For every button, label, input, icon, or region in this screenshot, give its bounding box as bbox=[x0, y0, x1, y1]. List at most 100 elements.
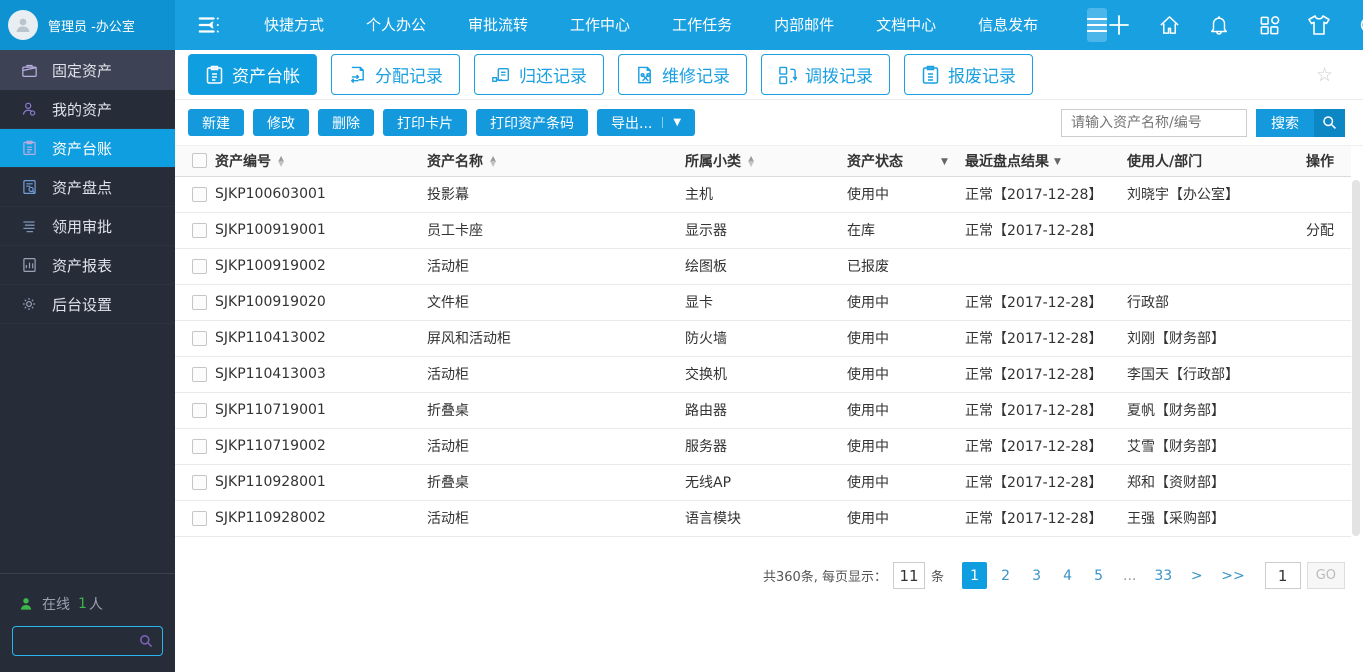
page-size-input[interactable] bbox=[893, 562, 926, 589]
tab-scrap-records[interactable]: 报废记录 bbox=[904, 54, 1033, 95]
table-row[interactable]: SJKP110719002 活动柜 服务器 使用中 正常【2017-12-28】… bbox=[175, 428, 1351, 465]
pagination: 共360条, 每页显示： 条 1 2 3 4 5 ... 33 > >> GO bbox=[763, 562, 1345, 589]
row-checkbox[interactable] bbox=[192, 294, 207, 310]
allocate-link[interactable]: 分配 bbox=[1289, 212, 1351, 249]
menu-item-docs[interactable]: 文档中心 bbox=[855, 0, 957, 50]
table-row[interactable]: SJKP100919001 员工卡座 显示器 在库 正常【2017-12-28】… bbox=[175, 212, 1351, 249]
tab-label: 报废记录 bbox=[948, 67, 1016, 87]
page-button-1[interactable]: 1 bbox=[962, 562, 988, 589]
sort-icon[interactable]: ▲ ▼ bbox=[490, 154, 496, 167]
apps-grid-icon[interactable] bbox=[1257, 13, 1281, 37]
row-checkbox[interactable] bbox=[192, 330, 207, 346]
cell-user: 夏帆【财务部】 bbox=[1127, 392, 1289, 429]
notifications-bell-icon[interactable] bbox=[1207, 13, 1231, 37]
sidebar-item-asset-ledger[interactable]: 资产台账 bbox=[0, 129, 175, 168]
column-header-category[interactable]: 所属小类 ▲ ▼ bbox=[685, 146, 847, 177]
cell-asset-id: SJKP110413003 bbox=[215, 356, 427, 393]
tab-transfer-records[interactable]: 调拨记录 bbox=[761, 54, 890, 95]
menu-item-personal[interactable]: 个人办公 bbox=[345, 0, 447, 50]
column-header-asset-id[interactable]: 资产编号 ▲ ▼ bbox=[215, 146, 427, 177]
cell-user: 行政部 bbox=[1127, 284, 1289, 321]
sidebar-search-icon[interactable] bbox=[138, 633, 154, 649]
favorite-star-icon[interactable]: ☆ bbox=[1316, 64, 1333, 86]
table-row[interactable]: SJKP100919002 活动柜 绘图板 已报废 bbox=[175, 248, 1351, 285]
tab-label: 资产台帐 bbox=[232, 67, 300, 87]
table-row[interactable]: SJKP100603001 投影幕 主机 使用中 正常【2017-12-28】 … bbox=[175, 176, 1351, 213]
asset-search-input[interactable] bbox=[1061, 108, 1247, 137]
last-page-button[interactable]: >> bbox=[1215, 562, 1250, 589]
filter-caret-icon[interactable]: ▼ bbox=[941, 157, 948, 167]
goto-page-input[interactable] bbox=[1264, 562, 1301, 589]
sidebar-search-input[interactable] bbox=[13, 633, 138, 649]
menu-item-news[interactable]: 信息发布 bbox=[957, 0, 1059, 50]
cell-action bbox=[1289, 356, 1351, 393]
column-header-status[interactable]: 资产状态 ▼ bbox=[847, 146, 965, 177]
sidebar-item-requisition-approval[interactable]: 领用审批 bbox=[0, 207, 175, 246]
sidebar-item-asset-reports[interactable]: 资产报表 bbox=[0, 246, 175, 285]
page-button-3[interactable]: 3 bbox=[1024, 562, 1049, 589]
export-dropdown-button[interactable]: 导出... ▼ bbox=[597, 109, 696, 136]
menu-item-workcenter[interactable]: 工作中心 bbox=[549, 0, 651, 50]
menu-item-shortcuts[interactable]: 快捷方式 bbox=[243, 0, 345, 50]
menu-item-tasks[interactable]: 工作任务 bbox=[651, 0, 753, 50]
cell-action bbox=[1289, 464, 1351, 501]
menu-item-approval[interactable]: 审批流转 bbox=[447, 0, 549, 50]
sidebar-module-fixed-assets[interactable]: 固定资产 bbox=[0, 50, 175, 90]
row-checkbox[interactable] bbox=[192, 474, 207, 490]
table-row[interactable]: SJKP110413002 屏风和活动柜 防火墙 使用中 正常【2017-12-… bbox=[175, 320, 1351, 357]
tab-repair-records[interactable]: 维修记录 bbox=[618, 54, 747, 95]
row-checkbox[interactable] bbox=[192, 402, 207, 418]
cell-category: 显卡 bbox=[685, 284, 847, 321]
table-row[interactable]: SJKP100919020 文件柜 显卡 使用中 正常【2017-12-28】 … bbox=[175, 284, 1351, 321]
row-checkbox[interactable] bbox=[192, 186, 207, 202]
row-checkbox[interactable] bbox=[192, 510, 207, 526]
new-button[interactable]: 新建 bbox=[188, 109, 244, 136]
add-icon[interactable] bbox=[1107, 13, 1131, 37]
sort-icon[interactable]: ▲ ▼ bbox=[278, 154, 284, 167]
print-barcode-button[interactable]: 打印资产条码 bbox=[476, 109, 588, 136]
theme-shirt-icon[interactable] bbox=[1307, 13, 1331, 37]
search-icon[interactable] bbox=[1314, 108, 1345, 137]
sidebar-item-label: 资产报表 bbox=[52, 256, 113, 275]
search-button[interactable]: 搜索 bbox=[1256, 108, 1314, 137]
filter-caret-icon[interactable]: ▼ bbox=[1054, 157, 1061, 167]
sidebar-item-asset-inventory[interactable]: 资产盘点 bbox=[0, 168, 175, 207]
column-header-inventory-result[interactable]: 最近盘点结果 ▼ bbox=[965, 146, 1127, 177]
row-checkbox[interactable] bbox=[192, 222, 207, 238]
tab-return-records[interactable]: 归还记录 bbox=[474, 54, 604, 95]
export-label: 导出... bbox=[611, 115, 653, 132]
cell-action bbox=[1289, 284, 1351, 321]
table-row[interactable]: SJKP110928001 折叠桌 无线AP 使用中 正常【2017-12-28… bbox=[175, 464, 1351, 501]
row-checkbox[interactable] bbox=[192, 258, 207, 274]
row-checkbox[interactable] bbox=[192, 438, 207, 454]
page-button-33[interactable]: 33 bbox=[1148, 562, 1178, 589]
page-button-2[interactable]: 2 bbox=[993, 562, 1018, 589]
table-scrollbar[interactable] bbox=[1352, 180, 1360, 536]
select-all-checkbox[interactable] bbox=[192, 153, 207, 169]
table-row[interactable]: SJKP110719001 折叠桌 路由器 使用中 正常【2017-12-28】… bbox=[175, 392, 1351, 429]
menu-item-mail[interactable]: 内部邮件 bbox=[753, 0, 855, 50]
next-page-button[interactable]: > bbox=[1184, 562, 1209, 589]
page-button-5[interactable]: 5 bbox=[1086, 562, 1111, 589]
edit-button[interactable]: 修改 bbox=[253, 109, 309, 136]
home-icon[interactable] bbox=[1157, 13, 1181, 37]
delete-button[interactable]: 删除 bbox=[318, 109, 374, 136]
page-ellipsis: ... bbox=[1123, 567, 1137, 584]
sidebar-collapse-icon[interactable] bbox=[197, 13, 221, 37]
power-logout-icon[interactable] bbox=[1357, 13, 1363, 37]
sidebar-item-settings[interactable]: 后台设置 bbox=[0, 285, 175, 324]
tab-allocation-records[interactable]: 分配记录 bbox=[331, 54, 460, 95]
column-header-asset-name[interactable]: 资产名称 ▲ ▼ bbox=[427, 146, 685, 177]
table-row[interactable]: SJKP110928002 活动柜 语言模块 使用中 正常【2017-12-28… bbox=[175, 500, 1351, 537]
user-block[interactable]: 管理员 -办公室 bbox=[0, 0, 175, 50]
sort-icon[interactable]: ▲ ▼ bbox=[748, 154, 754, 167]
print-card-button[interactable]: 打印卡片 bbox=[383, 109, 467, 136]
sidebar-item-my-assets[interactable]: 我的资产 bbox=[0, 90, 175, 129]
row-checkbox[interactable] bbox=[192, 366, 207, 382]
tab-asset-ledger[interactable]: 资产台帐 bbox=[188, 54, 317, 95]
more-menu-icon[interactable] bbox=[1087, 8, 1108, 42]
report-chart-icon bbox=[20, 256, 38, 274]
page-button-4[interactable]: 4 bbox=[1055, 562, 1080, 589]
table-row[interactable]: SJKP110413003 活动柜 交换机 使用中 正常【2017-12-28】… bbox=[175, 356, 1351, 393]
go-button[interactable]: GO bbox=[1306, 562, 1345, 589]
